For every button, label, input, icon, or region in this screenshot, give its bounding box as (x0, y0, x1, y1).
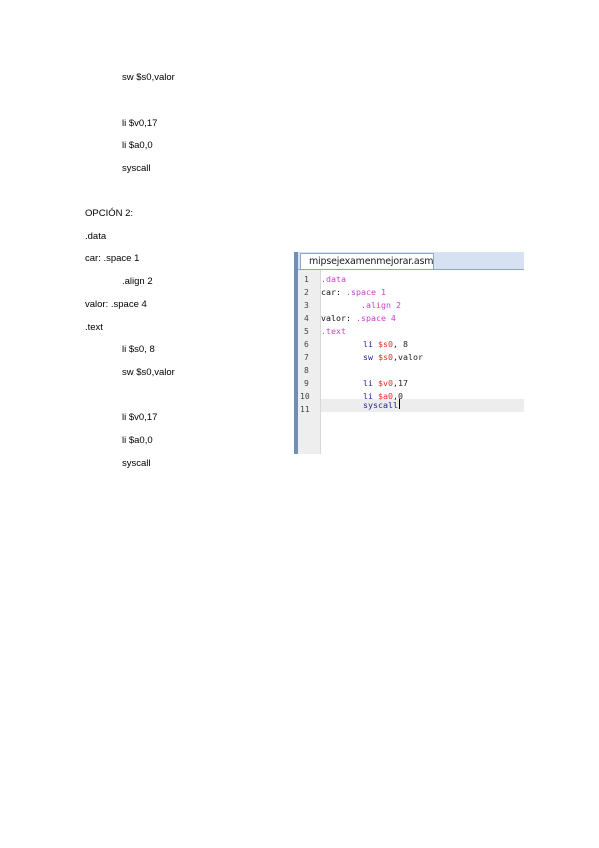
line-number: 9 (304, 379, 309, 388)
line-number: 8 (304, 366, 309, 375)
doc-line: li $v0,17 (122, 412, 158, 423)
code-line: syscall (363, 399, 400, 410)
code-area[interactable]: .data car: .space 1 .align 2 valor: .spa… (321, 270, 524, 454)
code-line: li $s0, 8 (363, 339, 408, 349)
line-number: 1 (304, 275, 309, 284)
doc-line: syscall (122, 458, 151, 469)
code-line: .data (321, 274, 346, 284)
line-number: 5 (304, 327, 309, 336)
editor-tab[interactable]: mipsejexamenmejorar.asm (300, 253, 434, 269)
text-caret (398, 399, 400, 409)
line-number: 6 (304, 340, 309, 349)
doc-line: car: .space 1 (85, 253, 140, 264)
code-line: car: .space 1 (321, 287, 386, 297)
doc-line: .text (85, 322, 103, 333)
doc-line: li $s0, 8 (122, 344, 155, 355)
doc-line: li $v0,17 (122, 118, 158, 129)
doc-line: syscall (122, 163, 151, 174)
line-number: 3 (304, 301, 309, 310)
code-line: .text (321, 326, 346, 336)
doc-line: .data (85, 231, 107, 242)
line-number: 4 (304, 314, 309, 323)
current-line-highlight (321, 399, 524, 412)
section-heading: OPCIÓN 2: (85, 208, 134, 219)
doc-line: sw $s0,valor (122, 367, 175, 378)
doc-line: sw $s0,valor (122, 72, 175, 83)
code-line: li $v0,17 (363, 378, 408, 388)
line-number-gutter: 1 2 3 4 5 6 7 8 9 10 11 (298, 270, 321, 454)
doc-line: li $a0,0 (122, 435, 153, 446)
line-number: 2 (304, 288, 309, 297)
code-line: sw $s0,valor (363, 352, 423, 362)
code-line: .align 2 (361, 300, 401, 310)
editor-screenshot: mipsejexamenmejorar.asm 1 2 3 4 5 6 7 8 … (294, 252, 524, 454)
line-number: 11 (300, 405, 310, 414)
doc-line: li $a0,0 (122, 140, 153, 151)
editor-tab-bar: mipsejexamenmejorar.asm (298, 252, 524, 270)
line-number: 7 (304, 353, 309, 362)
line-number: 10 (300, 392, 310, 401)
doc-line: .align 2 (122, 276, 153, 287)
doc-line: valor: .space 4 (85, 299, 147, 310)
code-line: valor: .space 4 (321, 313, 396, 323)
